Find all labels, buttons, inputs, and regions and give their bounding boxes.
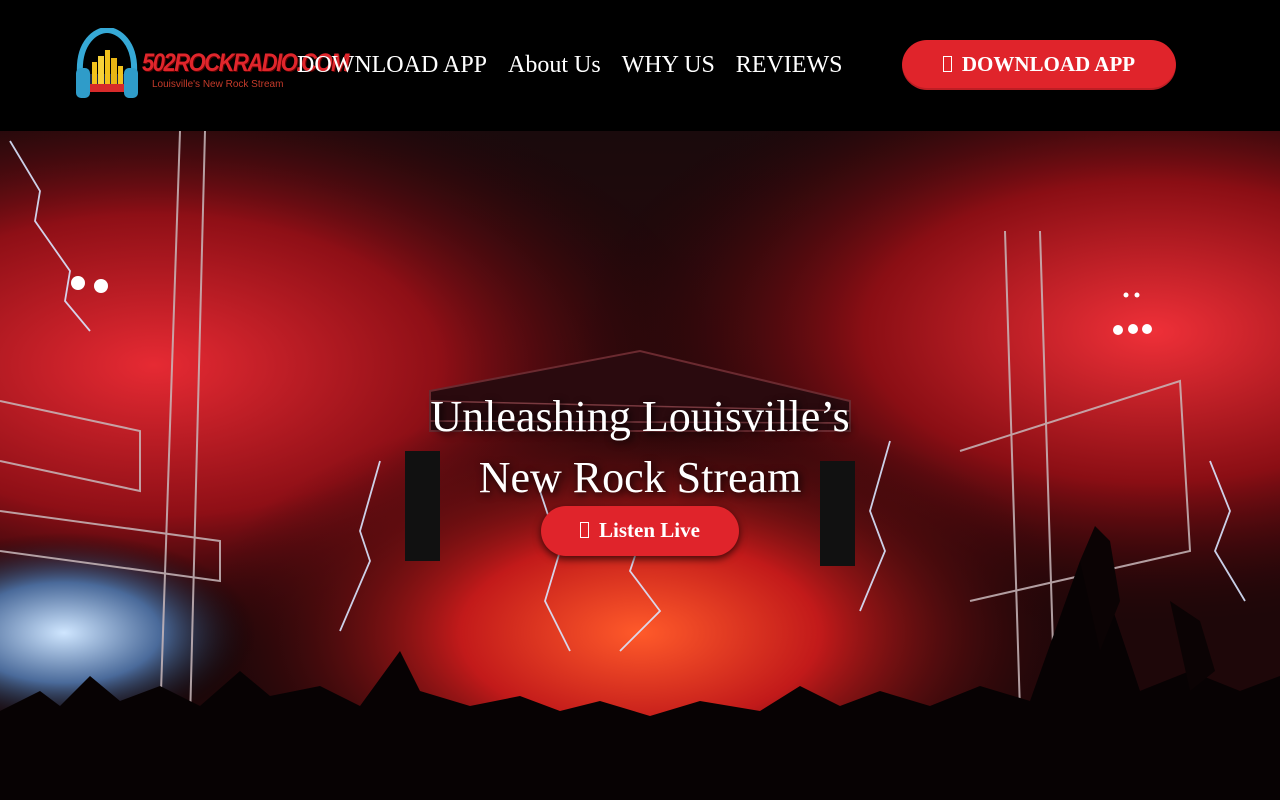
download-app-button[interactable]: DOWNLOAD APP <box>902 40 1176 90</box>
hero-title-line2: New Rock Stream <box>478 453 802 502</box>
download-app-button-label: DOWNLOAD APP <box>961 51 1136 76</box>
hero-title: Unleashing Louisville’s New Rock Stream <box>340 386 940 508</box>
nav-download-app[interactable]: DOWNLOAD APP <box>297 50 487 80</box>
listen-live-button[interactable]: Listen Live <box>541 506 739 556</box>
hero-section: Unleashing Louisville’s New Rock Stream … <box>0 131 1280 800</box>
main-nav: DOWNLOAD APP About Us WHY US REVIEWS <box>297 50 863 80</box>
hero-title-line1: Unleashing Louisville’s <box>430 392 850 441</box>
mobile-icon <box>942 56 952 72</box>
nav-why-us[interactable]: WHY US <box>622 50 715 80</box>
play-icon <box>580 522 590 538</box>
logo-tagline: Louisville's New Rock Stream <box>152 79 284 90</box>
site-header: 502ROCKRADIO.COM Louisville's New Rock S… <box>0 0 1280 131</box>
listen-live-label: Listen Live <box>599 517 700 542</box>
nav-about-us[interactable]: About Us <box>508 50 601 80</box>
site-logo[interactable]: 502ROCKRADIO.COM Louisville's New Rock S… <box>74 28 349 104</box>
nav-reviews[interactable]: REVIEWS <box>736 50 843 80</box>
